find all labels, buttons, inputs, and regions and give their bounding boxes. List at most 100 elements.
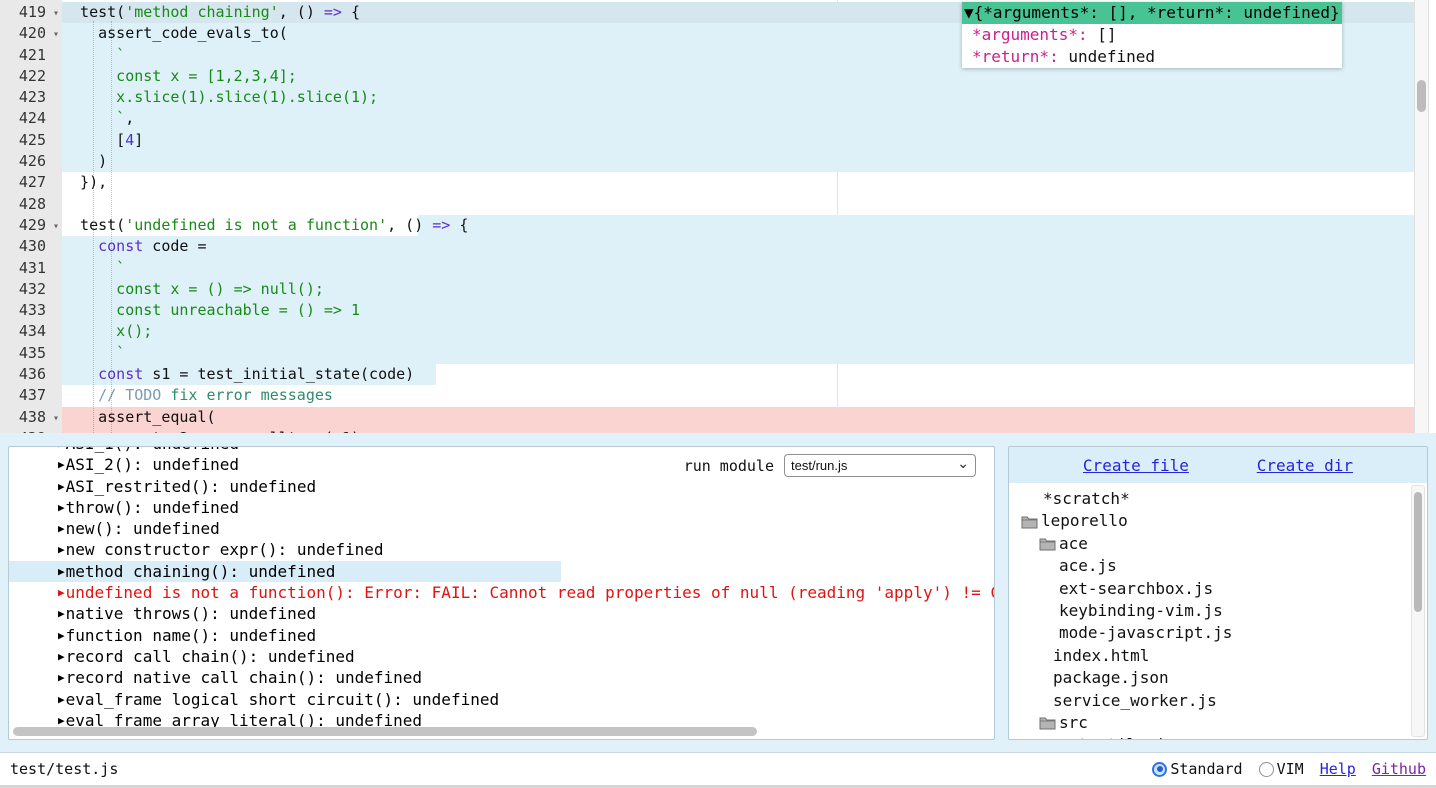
file-name-label: ace bbox=[1059, 533, 1088, 555]
console-test-row[interactable]: ▶new(): undefined bbox=[9, 518, 994, 539]
console-row-text: method chaining(): undefined bbox=[66, 562, 336, 581]
console-test-row[interactable]: ▶new constructor expr(): undefined bbox=[9, 539, 994, 560]
console-test-row[interactable]: ▶method chaining(): undefined bbox=[9, 561, 994, 582]
code-line[interactable]: const code = bbox=[62, 236, 1414, 257]
expand-arrow-icon[interactable]: ▶ bbox=[58, 629, 65, 642]
file-tree-file[interactable]: package.json bbox=[1009, 667, 1407, 689]
console-row-text: ASI_1(): undefined bbox=[66, 446, 239, 453]
expand-arrow-icon[interactable]: ▶ bbox=[58, 586, 65, 599]
file-tree-file[interactable]: service_worker.js bbox=[1009, 690, 1407, 712]
gutter-line-number: 438▾ bbox=[0, 407, 62, 428]
expand-arrow-icon[interactable]: ▶ bbox=[58, 714, 65, 727]
code-line[interactable]: const unreachable = () => 1 bbox=[62, 300, 1414, 321]
fold-arrow-icon[interactable]: ▾ bbox=[53, 408, 59, 429]
code-line[interactable]: // TODO fix error messages bbox=[62, 385, 1414, 406]
code-line[interactable]: assert_equal( bbox=[62, 407, 1414, 428]
tooltip-entry[interactable]: *arguments*: [] bbox=[962, 24, 1342, 46]
console-test-row[interactable]: ▶native throws(): undefined bbox=[9, 603, 994, 624]
code-line[interactable]: const s1 = test_initial_state(code) bbox=[62, 364, 1414, 385]
code-line[interactable]: const x = () => null(); bbox=[62, 279, 1414, 300]
code-line[interactable]: ` bbox=[62, 343, 1414, 364]
code-line[interactable]: const s2 = run_calltree(s1) bbox=[62, 428, 1414, 433]
expand-arrow-icon[interactable]: ▶ bbox=[58, 501, 65, 514]
file-tree-folder[interactable]: ace bbox=[1009, 533, 1407, 555]
run-module-select[interactable]: test/run.js ⌄ bbox=[784, 454, 976, 477]
create-file-link[interactable]: Create file bbox=[1083, 456, 1189, 475]
tooltip-entry[interactable]: *return*: undefined bbox=[962, 46, 1342, 68]
console-hscrollbar-thumb[interactable] bbox=[13, 727, 757, 736]
code-line[interactable]: x.slice(1).slice(1).slice(1); bbox=[62, 87, 1414, 108]
code-line[interactable] bbox=[62, 194, 1414, 215]
expand-arrow-icon[interactable]: ▶ bbox=[58, 458, 65, 471]
console-test-row[interactable]: ▶ASI_restrited(): undefined bbox=[9, 476, 994, 497]
code-line[interactable]: }), bbox=[62, 172, 1414, 193]
keybinding-vim-option[interactable]: VIM bbox=[1259, 760, 1304, 778]
file-tree-file[interactable]: index.html bbox=[1009, 645, 1407, 667]
expand-arrow-icon[interactable]: ▶ bbox=[58, 446, 65, 450]
help-link[interactable]: Help bbox=[1320, 760, 1356, 778]
file-tree-folder[interactable]: leporello bbox=[1009, 510, 1407, 532]
file-tree-folder[interactable]: src bbox=[1009, 712, 1407, 734]
file-name-label: ast_utils.js bbox=[1059, 734, 1175, 739]
fold-arrow-icon[interactable]: ▾ bbox=[53, 24, 59, 45]
file-name-label: *scratch* bbox=[1043, 488, 1130, 510]
gutter-line-number: 419▾ bbox=[0, 2, 62, 23]
standard-label: Standard bbox=[1170, 760, 1242, 778]
chevron-down-icon: ⌄ bbox=[957, 455, 969, 472]
console-row-text: ASI_restrited(): undefined bbox=[66, 477, 316, 496]
file-tree-file[interactable]: mode-javascript.js bbox=[1009, 622, 1407, 644]
expand-arrow-icon[interactable]: ▶ bbox=[58, 522, 65, 535]
expand-arrow-icon[interactable]: ▶ bbox=[58, 671, 65, 684]
file-tree-panel: Create file Create dir *scratch*leporell… bbox=[1008, 446, 1428, 740]
code-line[interactable]: ` bbox=[62, 258, 1414, 279]
editor-scrollbar-thumb[interactable] bbox=[1417, 80, 1426, 112]
file-tree-file[interactable]: keybinding-vim.js bbox=[1009, 600, 1407, 622]
expand-arrow-icon[interactable]: ▶ bbox=[58, 543, 65, 556]
tooltip-collapsed-summary[interactable]: ▼{*arguments*: [], *return*: undefined} bbox=[962, 2, 1342, 24]
console-test-row[interactable]: ▶record call chain(): undefined bbox=[9, 646, 994, 667]
console-row-text: new(): undefined bbox=[66, 519, 220, 538]
line-highlight bbox=[62, 108, 1414, 129]
file-tree-file[interactable]: ace.js bbox=[1009, 555, 1407, 577]
file-tree-file[interactable]: *scratch* bbox=[1009, 488, 1407, 510]
radio-standard-selected[interactable] bbox=[1152, 762, 1167, 777]
expand-arrow-icon[interactable]: ▶ bbox=[58, 693, 65, 706]
code-line[interactable]: const x = [1,2,3,4]; bbox=[62, 66, 1414, 87]
file-tree-file[interactable]: ast_utils.js bbox=[1009, 734, 1407, 739]
console-row-text: function name(): undefined bbox=[66, 626, 316, 645]
console-row-text: throw(): undefined bbox=[66, 498, 239, 517]
line-highlight bbox=[62, 151, 1414, 172]
code-line[interactable]: [4] bbox=[62, 130, 1414, 151]
expand-arrow-icon[interactable]: ▶ bbox=[58, 480, 65, 493]
console-test-row[interactable]: ▶eval_frame logical short circuit(): und… bbox=[9, 689, 994, 710]
console-test-row[interactable]: ▶record native call chain(): undefined bbox=[9, 667, 994, 688]
file-name-label: index.html bbox=[1053, 645, 1149, 667]
status-bar: test/test.js Standard VIM Help Github bbox=[0, 752, 1436, 788]
code-line[interactable]: ) bbox=[62, 151, 1414, 172]
radio-vim-unselected[interactable] bbox=[1259, 762, 1274, 777]
file-tree-file[interactable]: ext-searchbox.js bbox=[1009, 578, 1407, 600]
gutter-line-number: 420▾ bbox=[0, 23, 62, 44]
indent-guide bbox=[93, 21, 94, 433]
console-test-row[interactable]: ▶undefined is not a function(): Error: F… bbox=[9, 582, 994, 603]
gutter-line-number: 422 bbox=[0, 66, 62, 87]
code-line[interactable]: test('undefined is not a function', () =… bbox=[62, 215, 1414, 236]
fold-arrow-icon[interactable]: ▾ bbox=[53, 216, 59, 237]
create-dir-link[interactable]: Create dir bbox=[1257, 456, 1353, 475]
expand-arrow-icon[interactable]: ▶ bbox=[58, 650, 65, 663]
code-editor[interactable]: 419▾420▾421422423424425426427428429▾4304… bbox=[0, 0, 1436, 433]
expand-arrow-icon[interactable]: ▶ bbox=[58, 565, 65, 578]
console-row-text: record native call chain(): undefined bbox=[66, 668, 422, 687]
github-link[interactable]: Github bbox=[1372, 760, 1426, 778]
code-line[interactable]: `, bbox=[62, 108, 1414, 129]
line-highlight bbox=[62, 130, 1414, 151]
folder-icon bbox=[1039, 537, 1056, 551]
keybinding-standard-option[interactable]: Standard bbox=[1152, 760, 1242, 778]
console-test-row[interactable]: ▶function name(): undefined bbox=[9, 625, 994, 646]
fold-arrow-icon[interactable]: ▾ bbox=[53, 3, 59, 24]
line-highlight bbox=[62, 321, 1414, 342]
console-test-row[interactable]: ▶throw(): undefined bbox=[9, 497, 994, 518]
expand-arrow-icon[interactable]: ▶ bbox=[58, 607, 65, 620]
code-line[interactable]: x(); bbox=[62, 321, 1414, 342]
filetree-scrollbar-thumb[interactable] bbox=[1414, 492, 1422, 612]
